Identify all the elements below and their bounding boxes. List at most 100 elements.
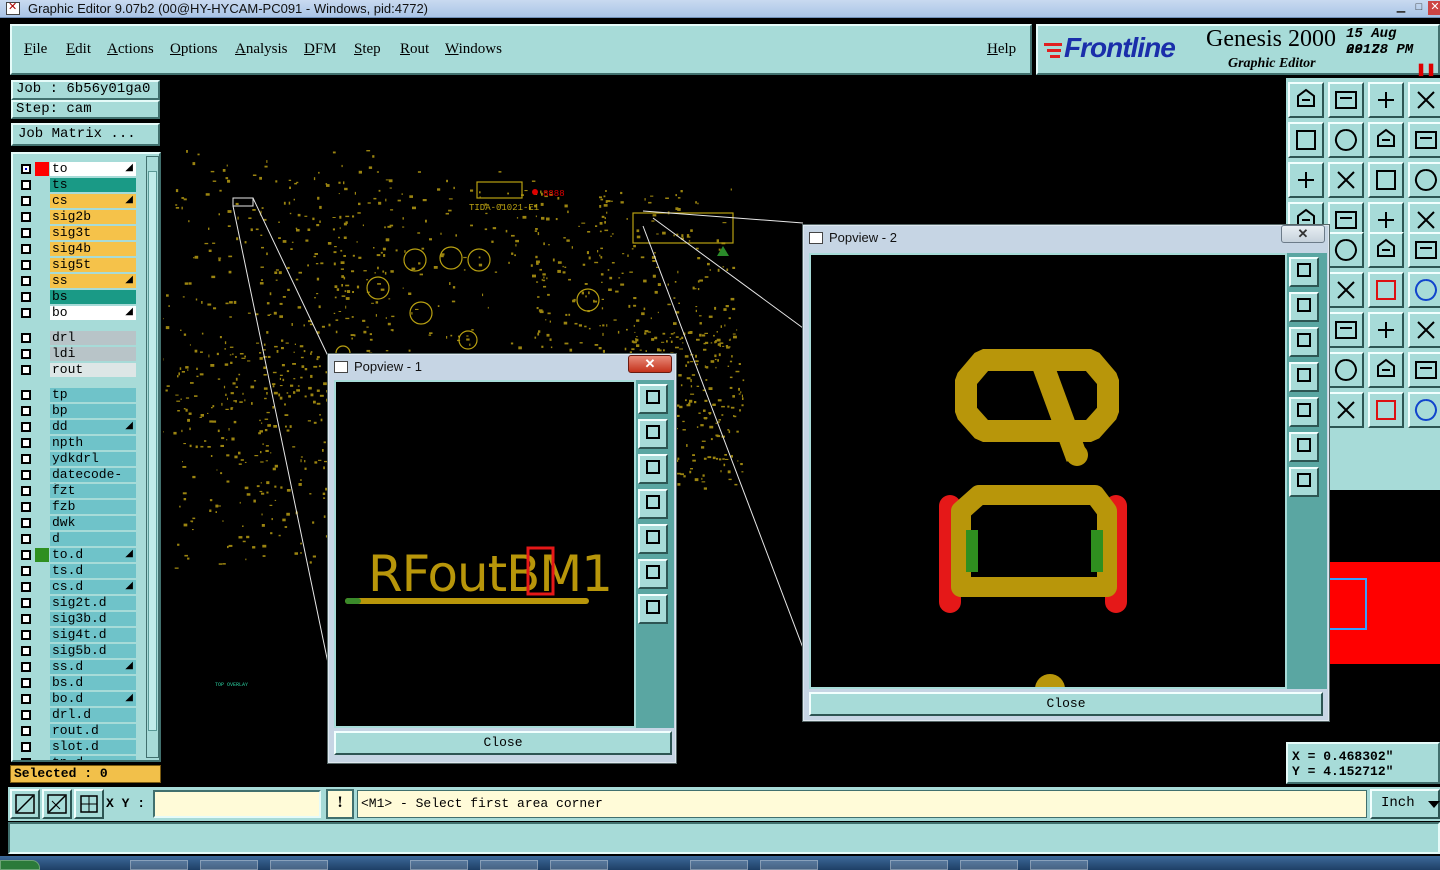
taskbar-app-8[interactable] — [760, 860, 818, 870]
layer-row-sig2t-d[interactable]: sig2t.d — [17, 595, 139, 611]
next-button[interactable] — [638, 524, 668, 554]
menu-windows[interactable]: Windows — [445, 41, 502, 58]
layer-affected-flag[interactable] — [35, 612, 49, 626]
layer-name[interactable]: to ◢ — [50, 162, 136, 176]
feature-selection-button[interactable] — [1328, 232, 1364, 268]
layer-affected-flag[interactable] — [35, 740, 49, 754]
layer-name[interactable]: bo ◢ — [50, 306, 136, 320]
layer-checkbox[interactable] — [21, 678, 31, 688]
layer-name[interactable]: ydkdrl — [50, 452, 136, 466]
minimize-icon[interactable]: ▁ — [1394, 1, 1408, 15]
layer-checkbox[interactable] — [21, 244, 31, 254]
taskbar-app-3[interactable] — [270, 860, 328, 870]
layer-affected-flag[interactable] — [35, 178, 49, 192]
layer-name[interactable]: drl — [50, 331, 136, 345]
layer-row-sig4b[interactable]: sig4b — [17, 241, 139, 257]
line-draw-button[interactable] — [1328, 312, 1364, 348]
fit-button[interactable] — [638, 559, 668, 589]
taskbar-app-7[interactable] — [690, 860, 748, 870]
fit-view-button[interactable] — [1288, 162, 1324, 198]
layer-name[interactable]: sig4t.d — [50, 628, 136, 642]
zoom-in-button[interactable] — [638, 419, 668, 449]
layer-row-rout[interactable]: rout — [17, 362, 139, 378]
zoom-out-button[interactable] — [1289, 327, 1319, 357]
layer-row-cs-d[interactable]: cs.d ◢ — [17, 579, 139, 595]
layer-name[interactable]: sig2b — [50, 210, 136, 224]
taskbar-app-1[interactable] — [130, 860, 188, 870]
taskbar-app-2[interactable] — [200, 860, 258, 870]
layer-affected-flag[interactable] — [35, 724, 49, 738]
taskbar-app-5[interactable] — [480, 860, 538, 870]
layer-row-bs[interactable]: bs — [17, 289, 139, 305]
layer-affected-flag[interactable] — [35, 484, 49, 498]
layer-row-bs-d[interactable]: bs.d — [17, 675, 139, 691]
layer-row-drl-d[interactable]: drl.d — [17, 707, 139, 723]
layer-checkbox[interactable] — [21, 646, 31, 656]
taskbar-app-6[interactable] — [550, 860, 608, 870]
layer-row-to[interactable]: to ◢ — [17, 161, 139, 177]
layer-checkbox[interactable] — [21, 308, 31, 318]
layer-name[interactable]: bs — [50, 290, 136, 304]
layer-affected-flag[interactable] — [35, 628, 49, 642]
layer-row-bo[interactable]: bo ◢ — [17, 305, 139, 321]
layer-row-tp[interactable]: tp — [17, 387, 139, 403]
measure-h-button[interactable] — [1368, 352, 1404, 388]
fit-button[interactable] — [1289, 432, 1319, 462]
menu-help[interactable]: Help — [987, 41, 1016, 58]
layer-name[interactable]: sig3b.d — [50, 612, 136, 626]
layer-row-ts-d[interactable]: ts.d — [17, 563, 139, 579]
layer-row-dwk[interactable]: dwk — [17, 515, 139, 531]
layer-affected-flag[interactable] — [35, 258, 49, 272]
layer-affected-flag[interactable] — [35, 210, 49, 224]
layer-row-datecode-to[interactable]: datecode-to — [17, 467, 139, 496]
layer-checkbox[interactable] — [21, 470, 31, 480]
layer-affected-flag[interactable] — [35, 274, 49, 288]
layer-affected-flag[interactable] — [35, 452, 49, 466]
layer-checkbox[interactable] — [21, 534, 31, 544]
menu-step[interactable]: Step — [354, 41, 381, 58]
popview-2-close-button[interactable]: Close — [809, 692, 1323, 716]
layer-row-slot-d[interactable]: slot.d — [17, 739, 139, 755]
layer-row-ss[interactable]: ss ◢ — [17, 273, 139, 289]
line-add-blue-button[interactable] — [1408, 272, 1440, 308]
layer-name[interactable]: sig3t — [50, 226, 136, 240]
popview-1-view[interactable]: RFoutBM1 — [334, 380, 636, 728]
arc-draw-button[interactable] — [1368, 312, 1404, 348]
layer-name[interactable]: slot.d — [50, 740, 136, 754]
layer-row-sig3t[interactable]: sig3t — [17, 225, 139, 241]
layer-checkbox[interactable] — [21, 406, 31, 416]
maximize-icon[interactable]: □ — [1412, 1, 1426, 15]
layer-checkbox[interactable] — [21, 196, 31, 206]
layer-checkbox[interactable] — [21, 365, 31, 375]
next-view-button[interactable] — [1328, 122, 1364, 158]
menu-file[interactable]: File — [24, 41, 47, 58]
layer-name[interactable]: rout.d — [50, 724, 136, 738]
layer-name[interactable]: sig2t.d — [50, 596, 136, 610]
layer-checkbox[interactable] — [21, 694, 31, 704]
layer-row-ss-d[interactable]: ss.d ◢ — [17, 659, 139, 675]
layer-checkbox[interactable] — [21, 742, 31, 752]
rotate-view-button[interactable] — [1368, 122, 1404, 158]
menu-dfm[interactable]: DFM — [304, 41, 337, 58]
text-a-button[interactable] — [1328, 392, 1364, 428]
layer-checkbox[interactable] — [21, 212, 31, 222]
layer-row-fzt[interactable]: fzt — [17, 483, 139, 499]
layer-row-sig2b[interactable]: sig2b — [17, 209, 139, 225]
popview-2-view[interactable]: 6D — [809, 253, 1287, 689]
lower-layer-button[interactable] — [1328, 82, 1364, 118]
cross-select-button[interactable] — [1328, 272, 1364, 308]
job-matrix-button[interactable]: Job Matrix ... — [11, 123, 160, 146]
layer-row-fzb[interactable]: fzb — [17, 499, 139, 515]
layer-name[interactable]: dd ◢ — [50, 420, 136, 434]
layer-name[interactable]: bs.d — [50, 676, 136, 690]
layer-checkbox[interactable] — [21, 502, 31, 512]
layer-checkbox[interactable] — [21, 662, 31, 672]
layer-checkbox[interactable] — [21, 292, 31, 302]
ruler-button[interactable] — [1368, 232, 1404, 268]
units-select[interactable]: Inch — [1370, 789, 1440, 819]
pause-icon[interactable]: ❚❚ — [1416, 62, 1436, 77]
layer-row-sig4t-d[interactable]: sig4t.d — [17, 627, 139, 643]
layer-name[interactable]: sig5t — [50, 258, 136, 272]
zoom-window-button[interactable] — [638, 384, 668, 414]
layer-row-npth[interactable]: npth — [17, 435, 139, 451]
